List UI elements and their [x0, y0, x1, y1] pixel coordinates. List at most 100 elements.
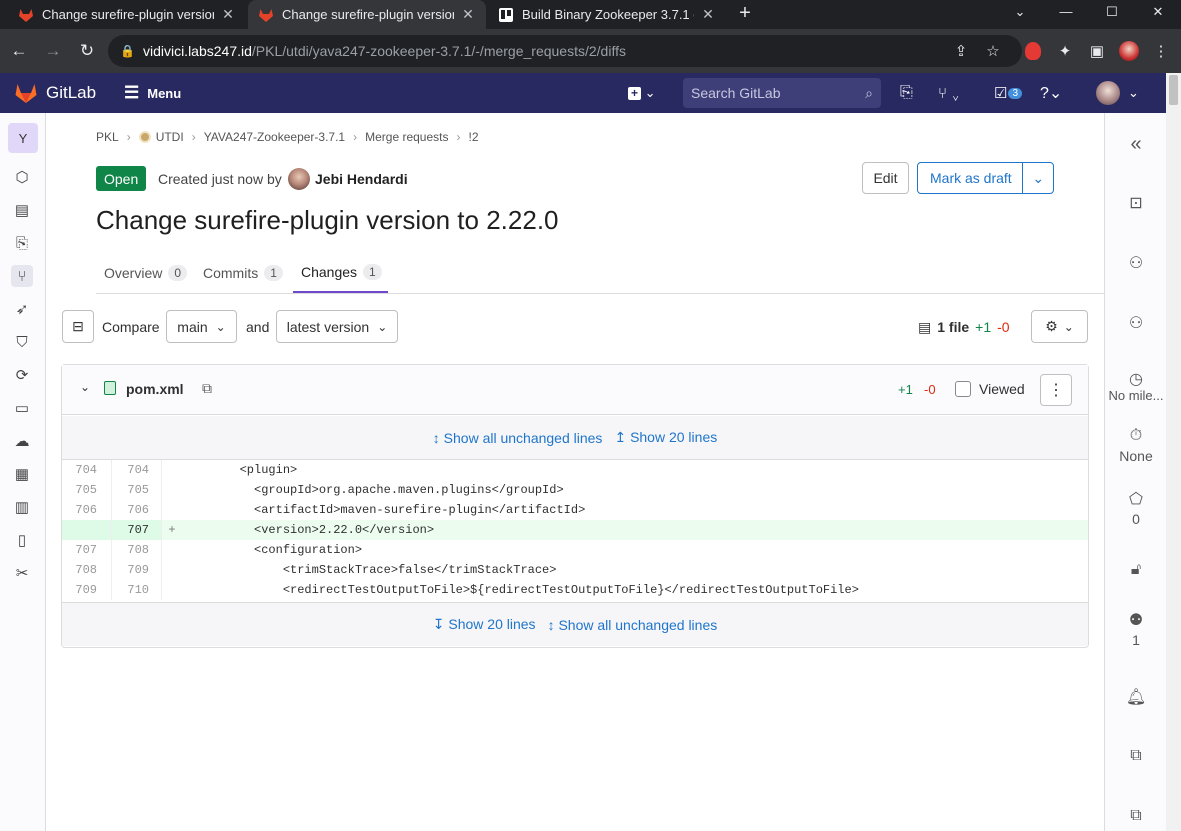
time-tracking-icon[interactable]: ⏱	[1105, 427, 1167, 445]
code-text: <trimStackTrace>false</trimStackTrace>	[182, 563, 557, 577]
page-scrollbar[interactable]	[1166, 73, 1181, 831]
file-name[interactable]: pom.xml	[126, 381, 184, 397]
copy-path-icon[interactable]: ⧉	[202, 380, 212, 397]
assignee-user-icon[interactable]: ⚇	[1105, 253, 1167, 273]
author-avatar[interactable]	[288, 168, 310, 190]
mark-as-draft-button[interactable]: Mark as draft ⌄	[917, 162, 1054, 194]
tab-label: Overview	[104, 264, 163, 281]
file-tree-icon: ⊟	[72, 318, 84, 334]
copy-email-icon[interactable]: ⧉	[1105, 807, 1167, 825]
new-tab-button[interactable]: +	[734, 2, 756, 24]
tab-search-icon[interactable]: ⌄	[997, 0, 1043, 29]
issues-icon[interactable]: ⎘	[11, 232, 33, 254]
user-avatar-button[interactable]: ⌄	[1096, 73, 1139, 113]
new-dropdown-button[interactable]: + ⌄	[628, 73, 656, 113]
extension-stop-icon[interactable]	[1020, 38, 1046, 64]
show-all-lines-link[interactable]: ↕ Show all unchanged lines	[548, 617, 718, 633]
extensions-puzzle-icon[interactable]: ✦	[1052, 38, 1078, 64]
security-shield-icon[interactable]: ⛉	[11, 331, 33, 353]
share-icon[interactable]: ⇪	[948, 38, 974, 64]
repository-icon[interactable]: ▤	[11, 199, 33, 221]
gitlab-favicon-icon	[259, 8, 273, 22]
issues-icon[interactable]: ⎘	[900, 73, 913, 113]
notifications-bell-icon[interactable]: 🔔︎	[1105, 687, 1167, 707]
labels-count: 0	[1132, 511, 1140, 527]
show-20-lines-link[interactable]: ↥ Show 20 lines	[614, 429, 717, 446]
milestone-clock-icon[interactable]: ◷	[1105, 369, 1167, 389]
show-20-lines-link[interactable]: ↧ Show 20 lines	[433, 616, 536, 633]
reload-icon[interactable]: ↻	[72, 41, 102, 61]
labels-tag-icon[interactable]: ⬠	[1105, 489, 1167, 509]
merge-requests-icon[interactable]: ⑂ ⌄	[938, 73, 960, 113]
browser-menu-icon[interactable]: ⋮	[1148, 38, 1174, 64]
diff-settings-button[interactable]: ⚙ ⌄	[1031, 310, 1088, 343]
participants-icon[interactable]: ⚉	[1105, 610, 1167, 630]
browser-toolbar: ← → ↻ 🔒 vidivici.labs247.id/PKL/utdi/yav…	[0, 29, 1181, 73]
maximize-icon[interactable]: ☐	[1089, 0, 1135, 29]
reviewer-user-icon[interactable]: ⚇	[1105, 313, 1167, 333]
viewed-checkbox[interactable]	[955, 381, 971, 397]
diff-line: 705 705 <groupId>org.apache.maven.plugins…	[62, 480, 1088, 500]
chevron-down-icon[interactable]: ⌄	[1022, 163, 1053, 193]
search-input[interactable]: Search GitLab ⌕	[683, 78, 881, 108]
project-avatar[interactable]: Y	[8, 123, 38, 153]
profile-avatar-icon[interactable]	[1116, 38, 1142, 64]
browser-tab-3[interactable]: Build Binary Zookeeper 3.7.1 on Y ✕	[488, 0, 726, 29]
gitlab-logo-text[interactable]: GitLab	[46, 83, 96, 103]
deployments-icon[interactable]: ⟳	[11, 364, 33, 386]
menu-button[interactable]: ☰ Menu	[124, 73, 181, 113]
todo-add-icon[interactable]: ⊡	[1105, 193, 1167, 213]
infrastructure-icon[interactable]: ☁	[11, 430, 33, 452]
created-text: Created just now by	[158, 171, 282, 187]
code-text: <plugin>	[182, 463, 298, 477]
collapse-sidebar-icon[interactable]: «	[1105, 133, 1167, 156]
close-tab-icon[interactable]: ✕	[220, 6, 236, 23]
side-panel-icon[interactable]: ▣	[1084, 38, 1110, 64]
project-overview-icon[interactable]: ⬡	[11, 166, 33, 188]
chevron-down-icon: ⌄	[215, 319, 226, 334]
cicd-rocket-icon[interactable]: ➶	[11, 298, 33, 320]
lock-icon: 🔒	[120, 44, 135, 58]
copy-reference-icon[interactable]: ⧉	[1105, 747, 1167, 765]
breadcrumb-subgroup[interactable]: UTDI	[156, 130, 184, 144]
tab-overview[interactable]: Overview 0	[96, 252, 195, 293]
monitor-icon[interactable]: ▭	[11, 397, 33, 419]
show-all-lines-link[interactable]: ↕ Show all unchanged lines	[433, 430, 603, 446]
head-version-dropdown[interactable]: latest version ⌄	[276, 310, 398, 343]
breadcrumb-merge-requests[interactable]: Merge requests	[365, 130, 448, 144]
chevron-down-icon[interactable]: ⌄	[80, 380, 90, 394]
analytics-icon[interactable]: ▥	[11, 496, 33, 518]
file-tree-toggle-button[interactable]: ⊟	[62, 310, 94, 343]
file-options-kebab-icon[interactable]: ⋮	[1040, 374, 1072, 406]
chevron-down-icon: ⌄	[377, 319, 388, 334]
back-icon[interactable]: ←	[4, 41, 34, 61]
milestone-value: No mile...	[1108, 388, 1164, 403]
browser-tab-2[interactable]: Change surefire-plugin version to ✕	[248, 0, 486, 29]
breadcrumb-mr-id[interactable]: !2	[468, 130, 478, 144]
breadcrumb-group[interactable]: PKL	[96, 130, 119, 144]
base-branch-dropdown[interactable]: main ⌄	[166, 310, 237, 343]
close-window-icon[interactable]: ✕	[1135, 0, 1181, 29]
merge-requests-icon[interactable]: ⑂	[11, 265, 33, 287]
diff-line: 704 704 <plugin>	[62, 460, 1088, 480]
help-icon[interactable]: ?⌄	[1040, 73, 1062, 113]
close-tab-icon[interactable]: ✕	[460, 6, 476, 23]
forward-icon[interactable]: →	[38, 41, 68, 61]
breadcrumb-project[interactable]: YAVA247-Zookeeper-3.7.1	[204, 130, 345, 144]
diff-line: 709 710 <redirectTestOutputToFile>${redir…	[62, 580, 1088, 600]
bookmark-star-icon[interactable]: ☆	[980, 38, 1006, 64]
tab-changes[interactable]: Changes 1	[293, 252, 388, 293]
wiki-icon[interactable]: ▯	[11, 529, 33, 551]
snippets-scissors-icon[interactable]: ✂	[11, 562, 33, 584]
author-name[interactable]: Jebi Hendardi	[315, 171, 408, 187]
close-tab-icon[interactable]: ✕	[700, 6, 716, 23]
edit-button[interactable]: Edit	[862, 162, 909, 194]
tab-commits[interactable]: Commits 1	[195, 252, 291, 293]
gitlab-logo-icon[interactable]	[14, 82, 38, 104]
address-bar[interactable]: 🔒 vidivici.labs247.id/PKL/utdi/yava247-z…	[108, 35, 1022, 67]
browser-tab-1[interactable]: Change surefire-plugin version to ✕	[8, 0, 246, 29]
todos-icon[interactable]: ☑ 3	[994, 73, 1023, 113]
lock-unlocked-icon[interactable]: 🔓︎	[1105, 561, 1167, 579]
packages-icon[interactable]: ▦	[11, 463, 33, 485]
minimize-icon[interactable]: —	[1043, 0, 1089, 29]
